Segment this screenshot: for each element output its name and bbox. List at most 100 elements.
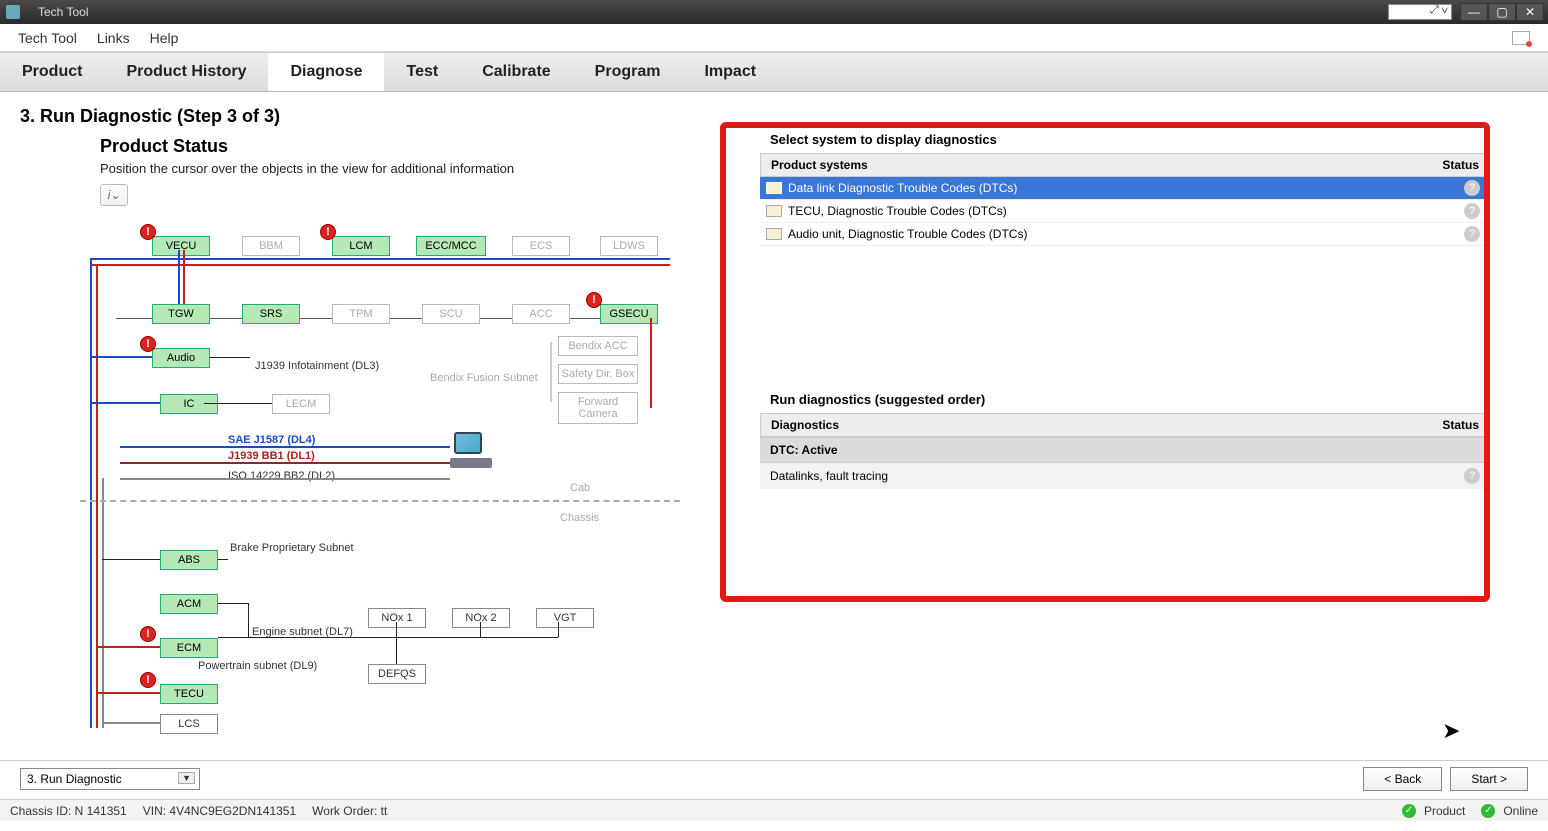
ecu-acm[interactable]: ACM (160, 594, 218, 614)
status-unknown-icon: ? (1464, 203, 1480, 219)
status-area: Product Status Position the cursor over … (100, 136, 720, 206)
label-engine: Engine subnet (DL7) (252, 626, 353, 638)
diag-item-datalinks[interactable]: Datalinks, fault tracing ? (760, 463, 1490, 489)
folder-icon (766, 205, 782, 217)
menu-help[interactable]: Help (150, 30, 179, 46)
tabbar: Product Product History Diagnose Test Ca… (0, 52, 1548, 92)
ecu-lecm[interactable]: LECM (272, 394, 330, 414)
back-button[interactable]: < Back (1363, 767, 1442, 791)
status-unknown-icon: ? (1464, 468, 1480, 484)
ecu-lcm[interactable]: LCM (332, 236, 390, 256)
menu-links[interactable]: Links (97, 30, 130, 46)
status-unknown-icon: ? (1464, 226, 1480, 242)
status-workorder: Work Order: tt (312, 804, 387, 818)
ecu-nox1[interactable]: NOx 1 (368, 608, 426, 628)
step-combo[interactable]: 3. Run Diagnostic (20, 768, 200, 790)
label-infotainment: J1939 Infotainment (DL3) (255, 360, 379, 372)
label-powertrain: Powertrain subnet (DL9) (198, 660, 317, 672)
label-chassis: Chassis (560, 512, 599, 524)
check-icon: ✓ (1402, 804, 1416, 818)
titlebar: Tech Tool — ▢ ✕ (0, 0, 1548, 24)
diag-table-header: Diagnostics Status (760, 413, 1490, 437)
start-button[interactable]: Start > (1450, 767, 1528, 791)
ecu-safety-dir[interactable]: Safety Dir. Box (558, 364, 638, 384)
app-icon (6, 5, 20, 19)
ecu-bendix-acc[interactable]: Bendix ACC (558, 336, 638, 356)
systems-table-header: Product systems Status (760, 153, 1490, 177)
tab-product-history[interactable]: Product History (104, 53, 268, 91)
ecu-vgt[interactable]: VGT (536, 608, 594, 628)
status-vin: VIN: 4V4NC9EG2DN141351 (143, 804, 296, 818)
ecu-lcs[interactable]: LCS (160, 714, 218, 734)
bottom-nav: 3. Run Diagnostic < Back Start > (0, 760, 1548, 796)
warn-icon: ! (140, 626, 156, 642)
ecu-diagram[interactable]: ! VECU BBM ! LCM ECC/MCC ECS LDWS TGW SR… (80, 222, 720, 782)
status-unknown-icon: ? (1464, 180, 1480, 196)
run-diag-heading: Run diagnostics (suggested order) (760, 392, 1490, 407)
label-cab: Cab (570, 482, 590, 494)
ecu-tpm[interactable]: TPM (332, 304, 390, 324)
system-row-tecu[interactable]: TECU, Diagnostic Trouble Codes (DTCs) ? (760, 200, 1490, 223)
warn-icon: ! (140, 224, 156, 240)
tab-calibrate[interactable]: Calibrate (460, 53, 572, 91)
warn-icon: ! (140, 672, 156, 688)
menu-techtool[interactable]: Tech Tool (18, 30, 77, 46)
systems-col-product: Product systems (761, 154, 1419, 176)
ecu-audio[interactable]: Audio (152, 348, 210, 368)
ecu-ldws[interactable]: LDWS (600, 236, 658, 256)
ecu-forward-camera[interactable]: Forward Camera (558, 392, 638, 424)
ecu-tgw[interactable]: TGW (152, 304, 210, 324)
ecu-eccmcc[interactable]: ECC/MCC (416, 236, 486, 256)
tab-impact[interactable]: Impact (682, 53, 778, 91)
status-chassis: Chassis ID: N 141351 (10, 804, 127, 818)
minimize-button[interactable]: — (1460, 3, 1488, 21)
ecu-abs[interactable]: ABS (160, 550, 218, 570)
diag-col-status: Status (1419, 414, 1489, 436)
diag-col-name: Diagnostics (761, 414, 1419, 436)
tab-program[interactable]: Program (573, 53, 683, 91)
ecu-vecu[interactable]: VECU (152, 236, 210, 256)
label-bus2: J1939 BB1 (DL1) (228, 450, 315, 462)
label-bus3: ISO 14229 BB2 (DL2) (228, 470, 335, 482)
tab-diagnose[interactable]: Diagnose (268, 53, 384, 91)
ecu-bbm[interactable]: BBM (242, 236, 300, 256)
ecu-ecs[interactable]: ECS (512, 236, 570, 256)
ecu-tecu[interactable]: TECU (160, 684, 218, 704)
ecu-ecm[interactable]: ECM (160, 638, 218, 658)
tab-test[interactable]: Test (384, 53, 460, 91)
warn-icon: ! (140, 336, 156, 352)
label-abs: Brake Proprietary Subnet (230, 542, 354, 554)
warn-icon: ! (320, 224, 336, 240)
label-bus1: SAE J1587 (DL4) (228, 434, 315, 446)
ecu-nox2[interactable]: NOx 2 (452, 608, 510, 628)
ecu-acc[interactable]: ACC (512, 304, 570, 324)
window-title: Tech Tool (38, 5, 88, 19)
maximize-button[interactable]: ▢ (1488, 3, 1516, 21)
label-bendix-subnet: Bendix Fusion Subnet (430, 372, 538, 384)
close-button[interactable]: ✕ (1516, 3, 1544, 21)
right-panel: Select system to display diagnostics Pro… (760, 132, 1490, 489)
notification-icon[interactable] (1512, 31, 1530, 45)
dtc-active-label: DTC: Active (760, 437, 1490, 463)
folder-icon (766, 228, 782, 240)
ecu-scu[interactable]: SCU (422, 304, 480, 324)
page-heading: 3. Run Diagnostic (Step 3 of 3) (0, 92, 1548, 127)
ecu-srs[interactable]: SRS (242, 304, 300, 324)
menubar: Tech Tool Links Help (0, 24, 1548, 52)
tab-product[interactable]: Product (0, 53, 104, 91)
system-row-audio[interactable]: Audio unit, Diagnostic Trouble Codes (DT… (760, 223, 1490, 246)
laptop-icon (450, 432, 492, 468)
status-product: ✓Product (1402, 804, 1465, 818)
ecu-ic[interactable]: IC (160, 394, 218, 414)
status-online: ✓Online (1481, 804, 1538, 818)
info-button[interactable]: i⌄ (100, 184, 128, 206)
systems-col-status: Status (1419, 154, 1489, 176)
system-row-datalink[interactable]: Data link Diagnostic Trouble Codes (DTCs… (760, 177, 1490, 200)
status-hint: Position the cursor over the objects in … (100, 161, 720, 176)
status-title: Product Status (100, 136, 720, 157)
window-mode-combo[interactable] (1388, 4, 1452, 20)
check-icon: ✓ (1481, 804, 1495, 818)
warn-icon: ! (586, 292, 602, 308)
folder-icon (766, 182, 782, 194)
ecu-defqs[interactable]: DEFQS (368, 664, 426, 684)
